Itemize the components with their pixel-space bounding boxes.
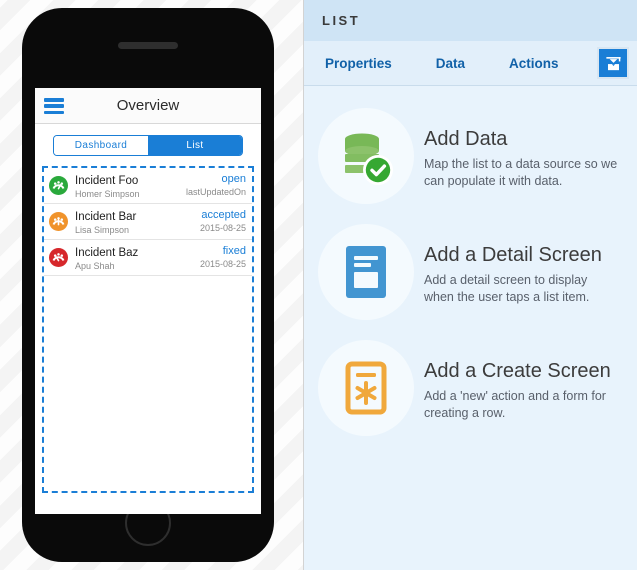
list-item-status: fixed [222,244,246,257]
card-description: Map the list to a data source so we can … [424,157,618,189]
list-item-text: Incident Bar Lisa Simpson [75,207,200,237]
card-description: Add a detail screen to display when the … [424,273,590,305]
card-body: Add Data Map the list to a data source s… [424,108,619,191]
list-item-meta: open lastUpdatedOn [186,173,246,198]
list-item-meta: fixed 2015-08-25 [200,245,246,270]
phone-preview: Overview Dashboard List Incident Foo Hom… [22,8,274,562]
phone-navbar: Overview [35,88,261,124]
card-body: Add a Detail Screen Add a detail screen … [424,224,619,307]
panel-tab-bar: Properties Data Actions [304,41,637,86]
tab-actions[interactable]: Actions [499,56,569,71]
create-screen-icon [318,340,414,436]
card-add-data[interactable]: Add Data Map the list to a data source s… [304,100,637,216]
list-item-title: Incident Foo [75,174,139,187]
list-item-subtitle: Apu Shah [75,260,115,271]
segment-dashboard[interactable]: Dashboard [54,136,148,155]
card-description: Add a 'new' action and a form for creati… [424,389,606,421]
card-title: Add Data [424,128,508,150]
page-title: LIST [322,13,361,28]
suggestion-cards: Add Data Map the list to a data source s… [304,86,637,448]
list-item-status: open [221,172,246,185]
tab-data[interactable]: Data [426,56,475,71]
list-item-subtitle: Lisa Simpson [75,224,130,235]
database-check-icon [318,108,414,204]
list-item-text: Incident Baz Apu Shah [75,243,200,273]
list-widget-selected[interactable]: Incident Foo Homer Simpson open lastUpda… [42,166,254,493]
gauge-icon [49,176,68,195]
list-item-date: 2015-08-25 [199,222,246,233]
phone-speaker-grille [118,42,178,49]
phone-screen-title: Overview [116,97,180,114]
list-item-subtitle: Homer Simpson [75,188,140,199]
graduation-cap-icon[interactable] [597,47,629,79]
card-add-detail-screen[interactable]: Add a Detail Screen Add a detail screen … [304,216,637,332]
list-item-status: accepted [201,208,246,221]
segment-list[interactable]: List [148,136,242,155]
list-item-meta: accepted 2015-08-25 [200,209,246,234]
list-item[interactable]: Incident Foo Homer Simpson open lastUpda… [44,168,252,204]
phone-screen: Overview Dashboard List Incident Foo Hom… [35,88,261,514]
card-body: Add a Create Screen Add a 'new' action a… [424,340,619,423]
properties-panel: LIST Properties Data Actions Add Data Ma… [303,0,637,570]
list-item-text: Incident Foo Homer Simpson [75,171,186,201]
list-item[interactable]: Incident Baz Apu Shah fixed 2015-08-25 [44,240,252,276]
list-item-date: 2015-08-25 [199,258,246,269]
segmented-control[interactable]: Dashboard List [53,135,243,156]
gauge-icon [49,212,68,231]
detail-screen-icon [318,224,414,320]
list-item-date: lastUpdatedOn [185,186,246,197]
card-add-create-screen[interactable]: Add a Create Screen Add a 'new' action a… [304,332,637,448]
tab-properties[interactable]: Properties [315,56,402,71]
gauge-icon [49,248,68,267]
graduation-cap-glyph [605,56,621,70]
card-title: Add a Create Screen [424,360,611,382]
panel-header: LIST [304,0,637,41]
list-item-title: Incident Baz [75,246,139,259]
list-item-title: Incident Bar [75,210,137,223]
list-item[interactable]: Incident Bar Lisa Simpson accepted 2015-… [44,204,252,240]
card-title: Add a Detail Screen [424,244,602,266]
